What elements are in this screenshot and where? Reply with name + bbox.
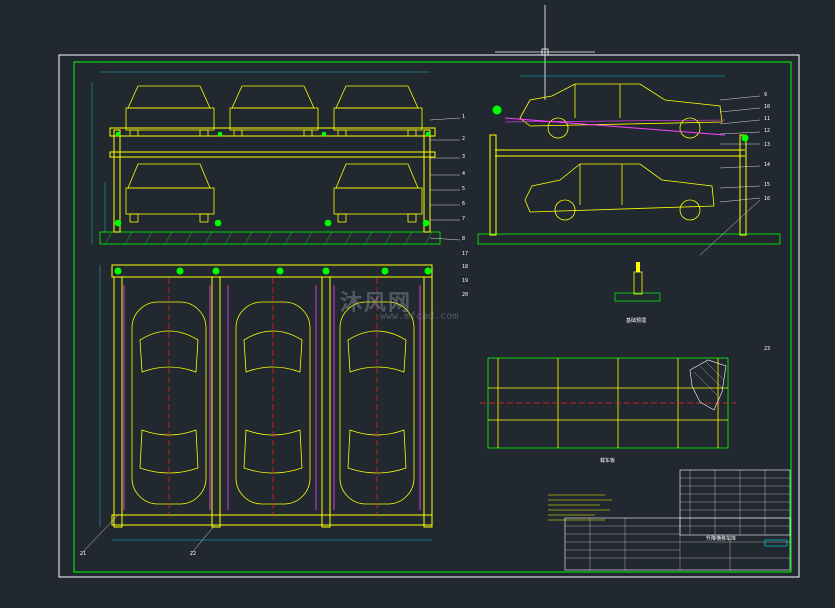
- side-upper-car: [519, 83, 723, 139]
- lower-car-1: [125, 163, 215, 223]
- platform-frame-detail: 载车板: [480, 357, 736, 464]
- balloon-number: 19: [462, 278, 468, 284]
- balloon-number: 4: [462, 171, 465, 177]
- crosshair-cursor: [495, 5, 595, 100]
- balloon-number: 23: [764, 346, 770, 352]
- balloon-number: 8: [462, 236, 465, 242]
- balloon-number: 2: [462, 136, 465, 142]
- balloon-number: 16: [764, 196, 770, 202]
- frame-caption: 载车板: [600, 457, 615, 464]
- balloon-number: 3: [462, 154, 465, 160]
- balloon-number: 12: [764, 128, 770, 134]
- balloon-number: 5: [462, 186, 465, 192]
- balloon-number: 11: [764, 116, 770, 122]
- cad-drawing-canvas[interactable]: 基础预埋 载车板 升降横移车库 123456789101112131415161…: [0, 0, 835, 608]
- balloon-number: 10: [764, 104, 770, 110]
- balloon-number: 9: [764, 92, 767, 98]
- drawing-title: 升降横移车库: [706, 535, 736, 542]
- technical-notes: [548, 494, 612, 521]
- balloon-number: 15: [764, 182, 770, 188]
- balloon-number: 14: [764, 162, 770, 168]
- balloon-number: 18: [462, 264, 468, 270]
- balloon-number: 22: [190, 551, 196, 557]
- balloon-number: 20: [462, 292, 468, 298]
- balloon-number: 13: [764, 142, 770, 148]
- balloon-number: 21: [80, 551, 86, 557]
- parts-list-table: [679, 469, 791, 536]
- balloon-number: 7: [462, 216, 465, 222]
- base-caption: 基础预埋: [626, 317, 646, 324]
- lower-car-2: [333, 163, 423, 223]
- watermark-url: www.mfcad.com: [380, 311, 459, 322]
- checker-plate-hatch: [689, 359, 727, 411]
- front-elevation-view: [91, 71, 461, 245]
- title-block: 升降横移车库: [564, 517, 791, 571]
- balloon-number: 1: [462, 114, 465, 120]
- balloon-number: 6: [462, 201, 465, 207]
- side-elevation-view: [477, 75, 781, 256]
- foundation-detail: 基础预埋: [614, 262, 661, 324]
- balloon-number: 17: [462, 251, 468, 257]
- side-lower-car: [524, 163, 715, 221]
